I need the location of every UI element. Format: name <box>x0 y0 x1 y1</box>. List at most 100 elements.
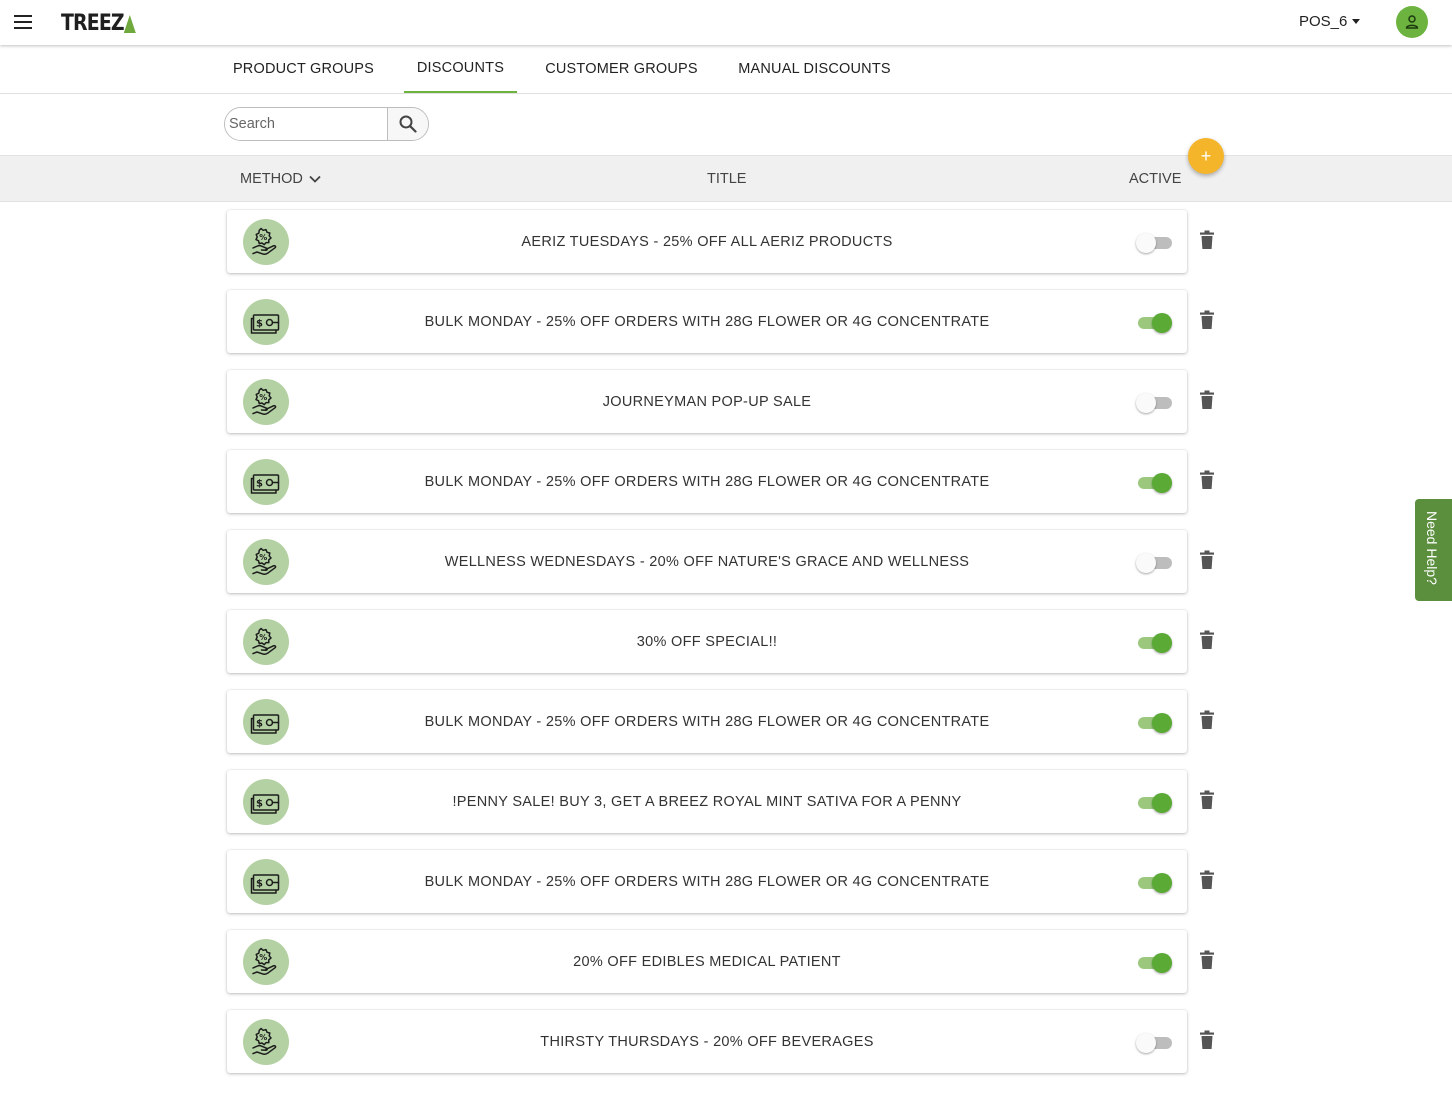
discount-row[interactable]: % THIRSTY THURSDAYS - 20% OFF BEVERAGES <box>227 1010 1187 1073</box>
discount-row[interactable]: % 30% OFF SPECIAL!! <box>227 610 1187 673</box>
percent-hand-icon: % <box>243 1019 289 1065</box>
discount-row[interactable]: $ BULK MONDAY - 25% OFF ORDERS WITH 28G … <box>227 850 1187 913</box>
menu-icon[interactable] <box>12 12 34 32</box>
active-toggle[interactable] <box>1136 472 1172 493</box>
discount-title: BULK MONDAY - 25% OFF ORDERS WITH 28G FL… <box>424 873 990 890</box>
active-toggle[interactable] <box>1136 792 1172 813</box>
toggle-knob <box>1136 553 1156 573</box>
chevron-down-icon <box>309 175 321 183</box>
search-button[interactable] <box>388 108 428 140</box>
money-tag-icon: $ <box>243 779 289 825</box>
delete-trash-icon[interactable] <box>1199 310 1215 330</box>
svg-text:$: $ <box>256 719 263 730</box>
money-tag-icon: $ <box>243 859 289 905</box>
method-header-label: METHOD <box>240 171 303 187</box>
toggle-knob <box>1136 1033 1156 1053</box>
caret-down-icon <box>1352 19 1361 24</box>
discount-row[interactable]: $ BULK MONDAY - 25% OFF ORDERS WITH 28G … <box>227 690 1187 753</box>
need-help-tab[interactable]: Need Help? <box>1415 499 1452 601</box>
tab-manual-discounts[interactable]: MANUAL DISCOUNTS <box>731 45 898 93</box>
active-toggle[interactable] <box>1136 232 1172 253</box>
discount-title: BULK MONDAY - 25% OFF ORDERS WITH 28G FL… <box>424 473 990 490</box>
active-toggle[interactable] <box>1136 872 1172 893</box>
tab-discounts[interactable]: DISCOUNTS <box>404 45 517 93</box>
delete-trash-icon[interactable] <box>1199 870 1215 890</box>
discount-title: THIRSTY THURSDAYS - 20% OFF BEVERAGES <box>540 1033 874 1050</box>
percent-hand-icon: % <box>243 939 289 985</box>
discount-title: JOURNEYMAN POP-UP SALE <box>602 393 812 410</box>
discount-title: !PENNY SALE! BUY 3, GET A BREEZ ROYAL MI… <box>452 793 962 810</box>
toggle-knob <box>1152 953 1172 973</box>
money-tag-icon: $ <box>243 699 289 745</box>
svg-text:%: % <box>259 1033 267 1042</box>
discount-title: BULK MONDAY - 25% OFF ORDERS WITH 28G FL… <box>424 713 990 730</box>
discount-title: 30% OFF SPECIAL!! <box>636 633 778 650</box>
title-header: TITLE <box>707 171 747 187</box>
active-toggle[interactable] <box>1136 632 1172 653</box>
discount-row[interactable]: % JOURNEYMAN POP-UP SALE <box>227 370 1187 433</box>
discount-row[interactable]: $ BULK MONDAY - 25% OFF ORDERS WITH 28G … <box>227 290 1187 353</box>
svg-text:$: $ <box>256 799 263 810</box>
toggle-knob <box>1152 473 1172 493</box>
delete-trash-icon[interactable] <box>1199 1030 1215 1050</box>
active-toggle[interactable] <box>1136 312 1172 333</box>
active-toggle[interactable] <box>1136 552 1172 573</box>
percent-hand-icon: % <box>243 619 289 665</box>
treez-logo[interactable]: TREEZ <box>61 10 136 36</box>
delete-trash-icon[interactable] <box>1199 470 1215 490</box>
delete-trash-icon[interactable] <box>1199 790 1215 810</box>
toggle-knob <box>1136 393 1156 413</box>
top-app-bar: TREEZ POS_6 <box>0 0 1452 45</box>
table-header: METHOD TITLE ACTIVE <box>0 155 1452 202</box>
need-help-label: Need Help? <box>1424 511 1440 585</box>
svg-text:$: $ <box>256 879 263 890</box>
logo-accent-triangle <box>123 15 136 33</box>
discount-title: BULK MONDAY - 25% OFF ORDERS WITH 28G FL… <box>424 313 990 330</box>
pos-selector[interactable]: POS_6 <box>1299 13 1361 30</box>
active-header: ACTIVE <box>1129 171 1182 187</box>
person-icon <box>1405 15 1419 29</box>
discount-title: 20% OFF EDIBLES MEDICAL PATIENT <box>573 953 841 970</box>
discount-row[interactable]: $ BULK MONDAY - 25% OFF ORDERS WITH 28G … <box>227 450 1187 513</box>
svg-text:%: % <box>259 393 267 402</box>
add-discount-button[interactable]: + <box>1188 138 1224 174</box>
search-icon <box>399 115 417 133</box>
delete-trash-icon[interactable] <box>1199 630 1215 650</box>
tab-product-groups[interactable]: PRODUCT GROUPS <box>227 45 380 93</box>
search-input[interactable] <box>225 108 388 140</box>
delete-trash-icon[interactable] <box>1199 550 1215 570</box>
svg-text:%: % <box>259 233 267 242</box>
logo-text: TREEZ <box>61 10 125 36</box>
svg-text:$: $ <box>256 319 263 330</box>
svg-text:%: % <box>259 633 267 642</box>
delete-trash-icon[interactable] <box>1199 230 1215 250</box>
discount-row[interactable]: % WELLNESS WEDNESDAYS - 20% OFF NATURE'S… <box>227 530 1187 593</box>
tab-customer-groups[interactable]: CUSTOMER GROUPS <box>541 45 702 93</box>
toggle-knob <box>1136 233 1156 253</box>
active-toggle[interactable] <box>1136 712 1172 733</box>
active-toggle[interactable] <box>1136 952 1172 973</box>
percent-hand-icon: % <box>243 219 289 265</box>
toggle-knob <box>1152 633 1172 653</box>
discount-row[interactable]: $ !PENNY SALE! BUY 3, GET A BREEZ ROYAL … <box>227 770 1187 833</box>
svg-text:%: % <box>259 553 267 562</box>
toggle-knob <box>1152 873 1172 893</box>
money-tag-icon: $ <box>243 459 289 505</box>
discount-row[interactable]: % AERIZ TUESDAYS - 25% OFF ALL AERIZ PRO… <box>227 210 1187 273</box>
pos-label: POS_6 <box>1299 13 1348 30</box>
percent-hand-icon: % <box>243 379 289 425</box>
delete-trash-icon[interactable] <box>1199 390 1215 410</box>
delete-trash-icon[interactable] <box>1199 710 1215 730</box>
discount-title: AERIZ TUESDAYS - 25% OFF ALL AERIZ PRODU… <box>521 233 893 250</box>
discount-row[interactable]: % 20% OFF EDIBLES MEDICAL PATIENT <box>227 930 1187 993</box>
active-toggle[interactable] <box>1136 1032 1172 1053</box>
method-sort-header[interactable]: METHOD <box>240 171 321 187</box>
toggle-knob <box>1152 313 1172 333</box>
svg-text:$: $ <box>256 479 263 490</box>
percent-hand-icon: % <box>243 539 289 585</box>
money-tag-icon: $ <box>243 299 289 345</box>
delete-trash-icon[interactable] <box>1199 950 1215 970</box>
discount-title: WELLNESS WEDNESDAYS - 20% OFF NATURE'S G… <box>444 553 970 570</box>
user-avatar[interactable] <box>1396 6 1428 38</box>
active-toggle[interactable] <box>1136 392 1172 413</box>
